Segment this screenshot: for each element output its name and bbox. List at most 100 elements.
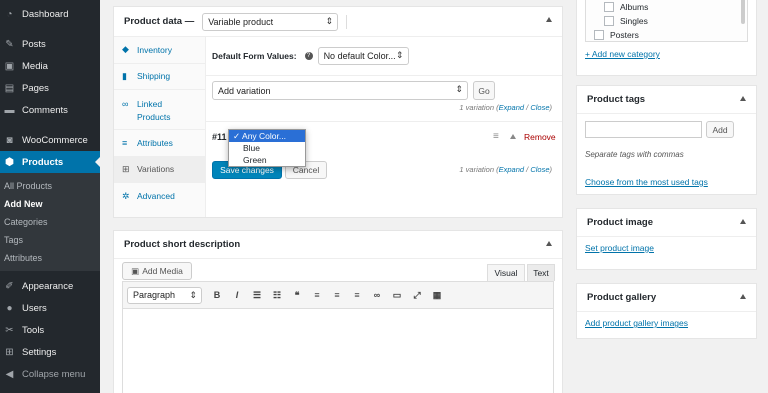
help-icon[interactable]: ? [304,52,313,60]
choose-most-used-tags-link[interactable]: Choose from the most used tags [585,177,708,187]
color-dropdown[interactable]: ✓ Any Color... Blue Green [228,129,306,167]
short-description-box: Product short description ▣ Add Media Vis… [113,230,563,393]
numbered-list-icon[interactable]: ☷ [270,288,284,302]
tab-inventory[interactable]: ◆ Inventory [114,37,205,64]
singles-checkbox[interactable] [604,16,614,26]
product-data-tabs: ◆ Inventory ▮ Shipping ∞ Linked Products ≡ A… [114,37,206,217]
submenu-tags[interactable]: Tags [0,231,100,249]
tab-advanced[interactable]: ✲ Advanced [114,183,205,210]
quote-icon[interactable]: ❝ [290,288,304,302]
add-tag-button[interactable]: Add [706,121,734,138]
tag-input[interactable] [585,121,702,138]
italic-icon[interactable]: I [230,288,244,302]
fullscreen-icon[interactable]: ⤢ [410,288,424,302]
sidebar-item-dashboard[interactable]: ◔ Dashboard [0,3,100,25]
inventory-icon: ◆ [122,44,129,55]
bold-icon[interactable]: B [210,288,224,302]
product-data-toggle-icon[interactable] [546,17,552,22]
category-albums[interactable]: Albums [604,2,648,12]
tab-text[interactable]: Text [527,264,555,281]
tab-linked-products[interactable]: ∞ Linked Products [114,90,205,130]
collapse-icon: ◀ [5,368,14,380]
align-left-icon[interactable]: ≡ [310,288,324,302]
default-form-label: Default Form Values: [212,51,297,61]
variation-count-bottom: 1 variation (Expand / Close) [459,165,552,174]
sidebar-item-appearance[interactable]: ✐ Appearance [0,275,100,297]
product-image-header: Product image [577,209,756,237]
product-tags-toggle-icon[interactable] [740,96,746,101]
add-media-button[interactable]: ▣ Add Media [122,262,192,280]
submenu-categories[interactable]: Categories [0,213,100,231]
color-option-blue[interactable]: Blue [229,142,305,154]
category-posters[interactable]: Posters [594,30,639,40]
submenu-all-products[interactable]: All Products [0,177,100,195]
color-option-green[interactable]: Green [229,154,305,166]
sidebar-item-settings[interactable]: ⊞ Settings [0,341,100,363]
product-gallery-title: Product gallery [587,292,657,303]
go-button[interactable]: Go [473,81,495,100]
sidebar-item-media[interactable]: ▣ Media [0,55,100,77]
submenu-attributes[interactable]: Attributes [0,249,100,267]
settings-icon: ⊞ [5,346,14,358]
add-gallery-images-link[interactable]: Add product gallery images [585,318,688,328]
sidebar-item-comments[interactable]: ▬ Comments [0,99,100,121]
format-select[interactable]: Paragraph [127,286,202,304]
pages-icon: ▤ [4,82,15,94]
sidebar-item-tools[interactable]: ✂ Tools [0,319,100,341]
bullet-list-icon[interactable]: ☰ [250,288,264,302]
sidebar-item-products[interactable]: ⬢ Products [0,151,100,173]
variation-count-top: 1 variation (Expand / Close) [459,103,552,112]
product-data-title: Product data — [124,16,195,27]
check-icon: ✓ [233,131,241,141]
short-description-title: Product short description [124,239,241,250]
category-singles[interactable]: Singles [604,16,648,26]
toolbar-toggle-icon[interactable]: ▦ [430,288,444,302]
expand-link-top[interactable]: Expand [499,103,524,112]
woocommerce-icon: ◙ [6,134,13,146]
link-icon: ∞ [122,99,129,109]
products-submenu: All Products Add New Categories Tags Att… [0,173,100,271]
short-description-editor[interactable] [122,309,554,393]
default-color-select[interactable]: No default Color... [317,47,409,65]
media-icon: ▣ [4,60,15,72]
tab-variations[interactable]: ⊞ Variations [114,156,205,183]
product-tags-box: Product tags Add Separate tags with comm… [576,85,757,195]
grid-icon: ⊞ [122,163,130,174]
product-image-toggle-icon[interactable] [740,219,746,224]
tab-attributes[interactable]: ≡ Attributes [114,130,205,157]
product-gallery-header: Product gallery [577,284,756,312]
color-option-any[interactable]: ✓ Any Color... [229,130,305,142]
close-link-bottom[interactable]: Close [530,165,549,174]
align-center-icon[interactable]: ≡ [330,288,344,302]
drag-handle-icon[interactable]: ≡ [493,131,499,142]
short-description-toggle-icon[interactable] [546,241,552,246]
set-product-image-link[interactable]: Set product image [585,243,654,253]
product-tags-title: Product tags [587,94,646,105]
link-icon[interactable]: ∞ [370,288,384,302]
remove-variation-link[interactable]: Remove [524,132,556,142]
expand-link-bottom[interactable]: Expand [499,165,524,174]
categories-scrollbar[interactable] [741,0,745,24]
categories-box: Albums Singles Posters + Add new categor… [576,0,757,76]
tab-shipping[interactable]: ▮ Shipping [114,64,205,90]
variation-toggle-icon[interactable] [510,134,516,139]
sidebar-item-pages[interactable]: ▤ Pages [0,77,100,99]
tab-visual[interactable]: Visual [487,264,525,281]
collapse-menu[interactable]: ◀ Collapse menu [0,363,100,385]
product-type-select[interactable]: Variable product [202,12,339,31]
sidebar-item-users[interactable]: ● Users [0,297,100,319]
read-more-icon[interactable]: ▭ [390,288,404,302]
add-new-category-link[interactable]: + Add new category [585,49,660,59]
admin-sidebar: ◔ Dashboard ✎ Posts ▣ Media ▤ Pages ▬ Comment… [0,0,100,393]
albums-checkbox[interactable] [604,2,614,12]
posters-checkbox[interactable] [594,30,604,40]
list-icon: ≡ [122,137,128,148]
product-gallery-toggle-icon[interactable] [740,294,746,299]
sidebar-item-woocommerce[interactable]: ◙ WooCommerce [0,129,100,151]
align-right-icon[interactable]: ≡ [350,288,364,302]
add-variation-select[interactable]: Add variation [212,81,468,100]
submenu-add-new[interactable]: Add New [0,195,100,213]
sidebar-item-posts[interactable]: ✎ Posts [0,33,100,55]
close-link-top[interactable]: Close [530,103,549,112]
products-icon: ⬢ [5,156,14,168]
